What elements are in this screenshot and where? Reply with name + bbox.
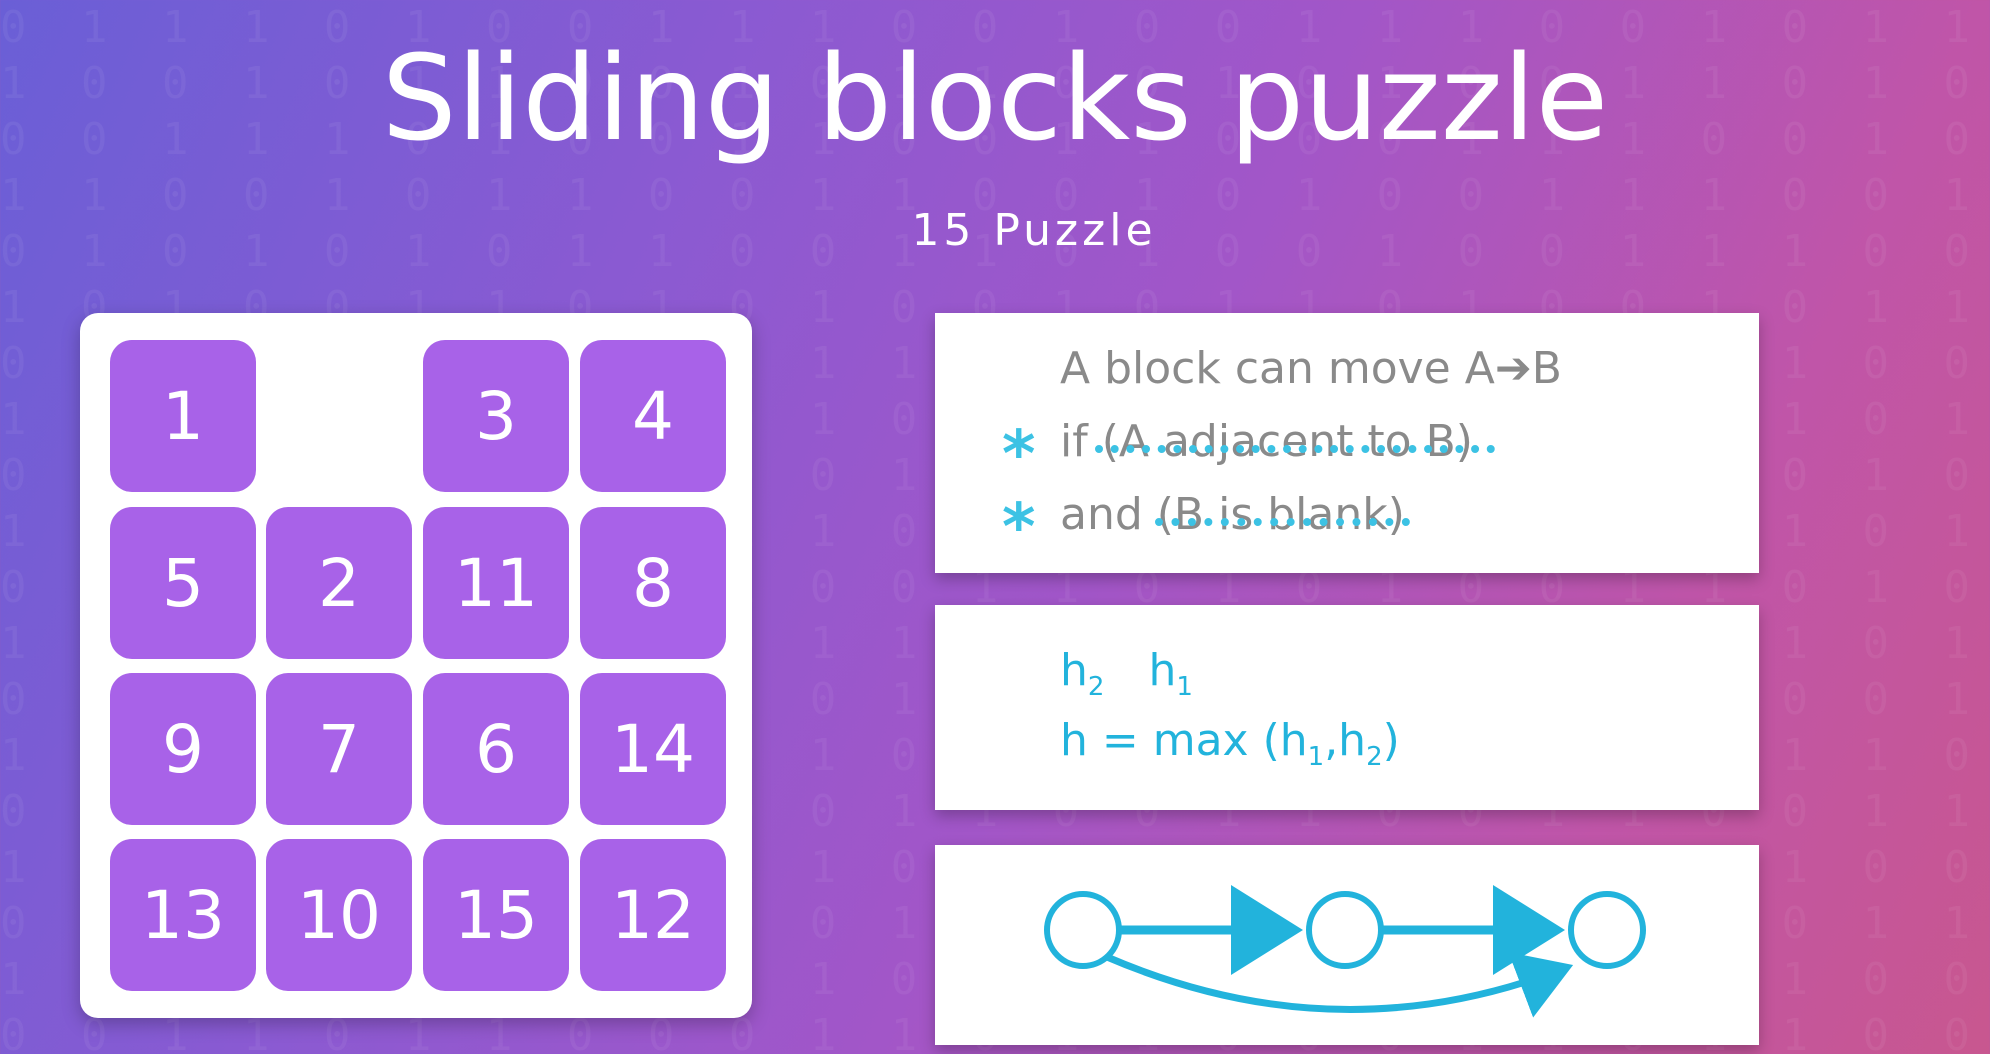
puzzle-board: 1 3 4 5 2 11 8 9 7 6 14 13 10 15 12 [80, 313, 752, 1018]
state-graph-diagram [1044, 885, 1646, 1018]
formula-suffix: ) [1382, 715, 1400, 766]
graph-node-3 [1568, 891, 1646, 969]
h1-subscript: 1 [1176, 672, 1193, 702]
formula-prefix: h = max (h [1060, 715, 1308, 766]
rule-line-move: A block can move A➔B [1060, 343, 1562, 394]
rule-line-blank: and (B is blank) [1060, 489, 1405, 540]
bullet-star-icon: * [1002, 418, 1036, 492]
dotted-underline [1095, 445, 1495, 453]
rule-line-adjacent: if (A adjacent to B) [1060, 416, 1473, 467]
heuristic-formula: h = max (h1,h2) [1060, 715, 1400, 772]
puzzle-tile[interactable]: 6 [423, 673, 569, 825]
puzzle-tile[interactable]: 2 [266, 507, 412, 659]
puzzle-tile[interactable]: 3 [423, 340, 569, 492]
puzzle-tile[interactable]: 1 [110, 340, 256, 492]
h2-subscript: 2 [1087, 672, 1105, 702]
dotted-underline [1155, 518, 1410, 526]
heuristics-card: h2 h1 h = max (h1,h2) [935, 605, 1759, 810]
state-graph-card [935, 845, 1759, 1045]
puzzle-tile[interactable]: 7 [266, 673, 412, 825]
h2-label: h [1060, 645, 1088, 696]
h1-label: h [1148, 645, 1177, 696]
formula-subscript-1: 1 [1307, 742, 1325, 772]
bullet-star-icon: * [1002, 491, 1036, 565]
puzzle-tile[interactable]: 10 [266, 839, 412, 991]
puzzle-tile[interactable]: 14 [580, 673, 726, 825]
page-title: Sliding blocks puzzle [381, 29, 1609, 167]
formula-mid: ,h [1324, 715, 1367, 766]
graph-node-2 [1306, 891, 1384, 969]
formula-subscript-2: 2 [1366, 742, 1383, 772]
puzzle-tile[interactable]: 9 [110, 673, 256, 825]
puzzle-tile[interactable]: 15 [423, 839, 569, 991]
move-rule-card: A block can move A➔B * if (A adjacent to… [935, 313, 1759, 573]
puzzle-tile[interactable]: 4 [580, 340, 726, 492]
page-subtitle: 15 Puzzle [911, 205, 1157, 256]
puzzle-tile[interactable]: 12 [580, 839, 726, 991]
puzzle-tile[interactable]: 5 [110, 507, 256, 659]
puzzle-tile[interactable]: 8 [580, 507, 726, 659]
puzzle-tile[interactable]: 11 [423, 507, 569, 659]
heuristic-names: h2 h1 [1060, 645, 1193, 702]
puzzle-tile[interactable]: 13 [110, 839, 256, 991]
